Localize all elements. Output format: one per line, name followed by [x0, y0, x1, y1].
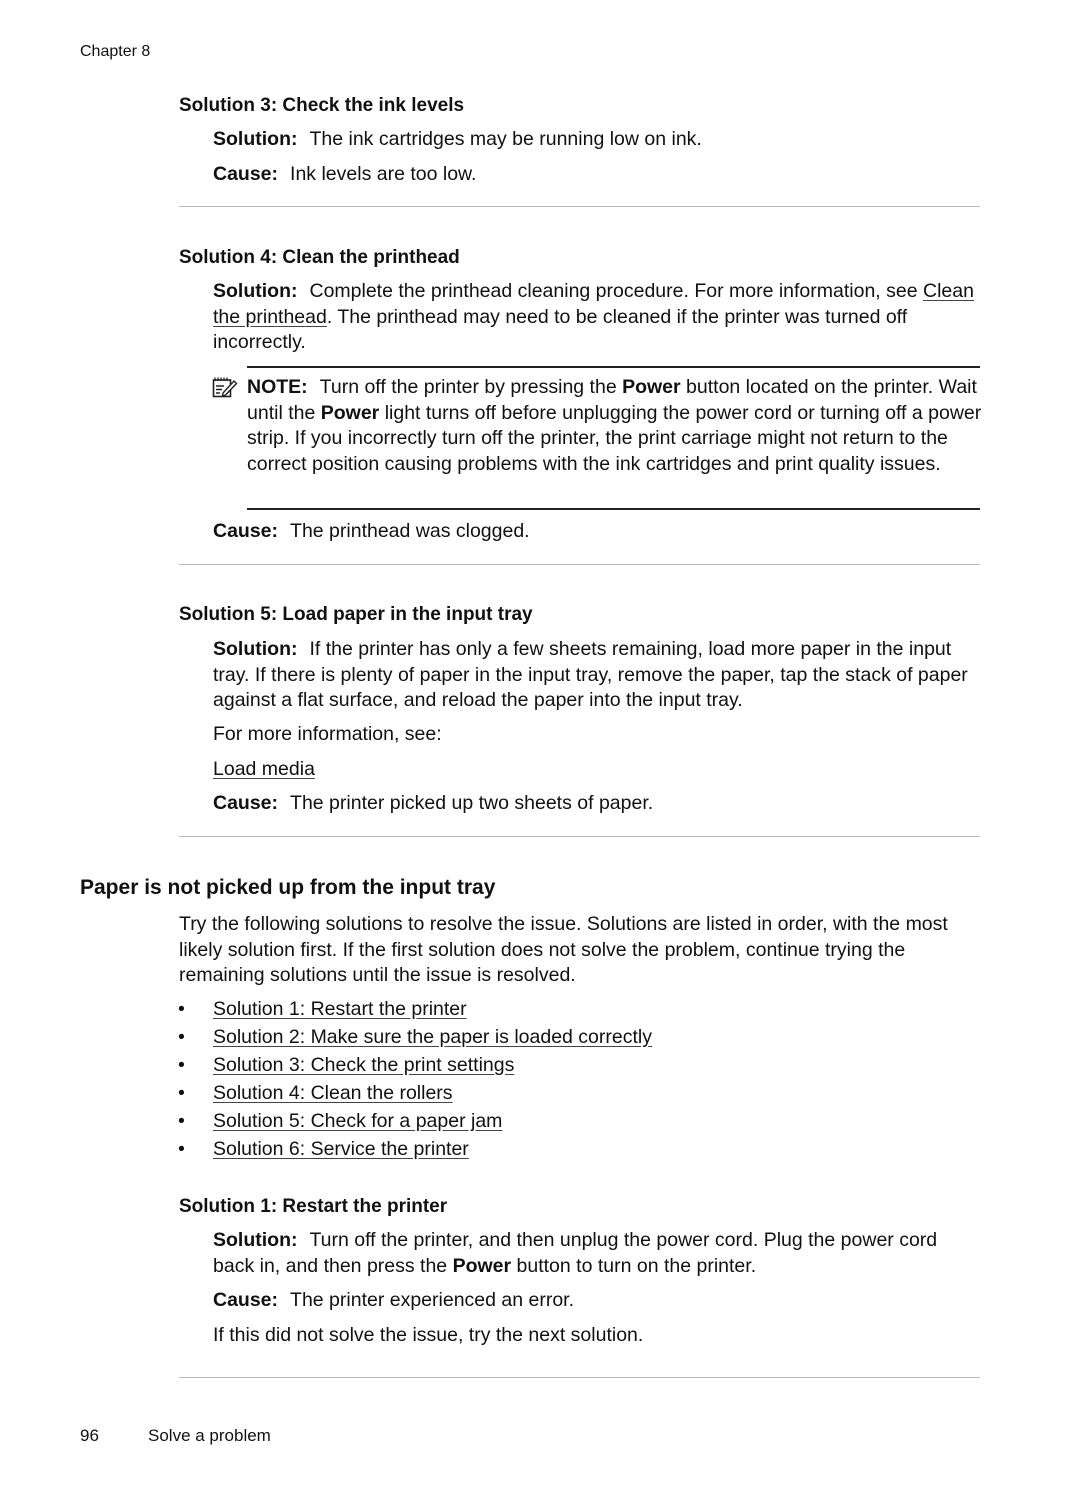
chapter-header: Chapter 8 [80, 43, 151, 60]
section-divider [179, 1377, 980, 1378]
solution-4-heading: Solution 4: Clean the printhead [179, 247, 460, 268]
section-divider [179, 206, 980, 207]
cause-text: The printhead was clogged. [290, 520, 530, 542]
solution-label: Solution: [213, 280, 298, 302]
solution-label: Solution: [213, 638, 298, 660]
list-item: • Solution 6: Service the printer [178, 1137, 652, 1165]
bullet: • [178, 1138, 185, 1160]
page-number: 96 [80, 1426, 99, 1445]
footer-section-title: Solve a problem [148, 1426, 271, 1445]
cause-label: Cause: [213, 792, 279, 814]
section-divider [179, 564, 980, 565]
solution-text: Complete the printhead cleaning procedur… [309, 280, 918, 302]
cause-label: Cause: [213, 520, 279, 542]
solution-5-solution: Solution: If the printer has only a few s… [213, 637, 983, 714]
cause-text: The printer experienced an error. [290, 1289, 575, 1311]
power-bold-2: Power [320, 401, 380, 424]
bullet: • [178, 1054, 185, 1076]
solution-4-cause: Cause: The printhead was clogged. [213, 519, 983, 545]
solution-4-solution: Solution: Complete the printhead cleaning… [213, 279, 983, 356]
restart-heading: Solution 1: Restart the printer [179, 1196, 448, 1217]
cause-label: Cause: [213, 163, 279, 185]
restart-cause: Cause: The printer experienced an error. [213, 1288, 983, 1314]
solution-1-link[interactable]: Solution 1: Restart the printer [213, 997, 467, 1025]
solution-6-link[interactable]: Solution 6: Service the printer [213, 1137, 469, 1165]
cause-text: Ink levels are too low. [290, 163, 477, 185]
bullet: • [178, 998, 185, 1020]
restart-solution: Solution: Turn off the printer, and then … [213, 1228, 983, 1279]
next-solution-text: If this did not solve the issue, try the… [213, 1324, 644, 1346]
section-divider [179, 836, 980, 837]
topic-title: Paper is not picked up from the input tr… [80, 876, 496, 899]
solution-2-link[interactable]: Solution 2: Make sure the paper is loade… [213, 1025, 652, 1053]
solution-text-2: button to turn on the printer. [516, 1254, 757, 1277]
cause-label: Cause: [213, 1289, 279, 1311]
note-label: NOTE: [247, 376, 308, 398]
bullet: • [178, 1110, 185, 1132]
note-top-rule [247, 366, 980, 368]
topic-intro: Try the following solutions to resolve t… [179, 913, 948, 986]
note-text: NOTE: Turn off the printer by pressing th… [247, 375, 987, 477]
note-text-1: Turn off the printer by pressing the [319, 376, 617, 398]
solution-3-solution: Solution: The ink cartridges may be runni… [213, 127, 983, 153]
solution-text: The ink cartridges may be running low on… [309, 128, 702, 150]
solution-label: Solution: [213, 1229, 298, 1251]
note-bottom-rule [247, 508, 980, 510]
load-media-link-row: Load media [213, 757, 315, 783]
list-item: • Solution 1: Restart the printer [178, 997, 652, 1025]
solution-3-heading: Solution 3: Check the ink levels [179, 95, 465, 116]
solution-text: If the printer has only a few sheets rem… [213, 638, 968, 711]
note-icon [212, 377, 238, 398]
solution-3-cause: Cause: Ink levels are too low. [213, 162, 983, 188]
list-item: • Solution 5: Check for a paper jam [178, 1109, 652, 1137]
list-item: • Solution 3: Check the print settings [178, 1053, 652, 1081]
solutions-link-list: • Solution 1: Restart the printer • Soluti… [178, 997, 652, 1165]
solution-label: Solution: [213, 128, 298, 150]
power-bold: Power [452, 1254, 512, 1277]
solution-5-link[interactable]: Solution 5: Check for a paper jam [213, 1109, 502, 1137]
cause-text: The printer picked up two sheets of pape… [290, 792, 654, 814]
solution-5-heading: Solution 5: Load paper in the input tray [179, 604, 533, 625]
power-bold-1: Power [622, 376, 681, 398]
bullet: • [178, 1082, 185, 1104]
solution-4-link[interactable]: Solution 4: Clean the rollers [213, 1081, 453, 1109]
list-item: • Solution 2: Make sure the paper is load… [178, 1025, 652, 1053]
load-media-link[interactable]: Load media [213, 758, 315, 780]
solution-5-cause: Cause: The printer picked up two sheets o… [213, 791, 983, 817]
solution-3-link[interactable]: Solution 3: Check the print settings [213, 1053, 514, 1081]
bullet: • [178, 1026, 185, 1048]
list-item: • Solution 4: Clean the rollers [178, 1081, 652, 1109]
more-info-text: For more information, see: [213, 723, 442, 745]
